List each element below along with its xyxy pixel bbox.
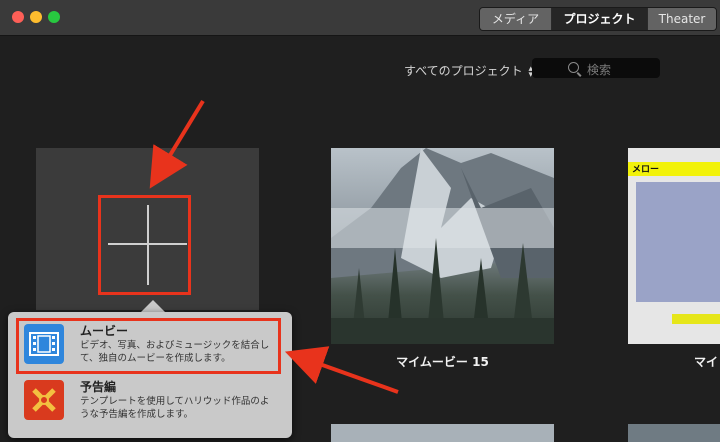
arrow-to-plus-icon <box>149 99 205 189</box>
arrow-to-movie-option <box>284 346 399 394</box>
annotation-arrows <box>149 99 399 394</box>
